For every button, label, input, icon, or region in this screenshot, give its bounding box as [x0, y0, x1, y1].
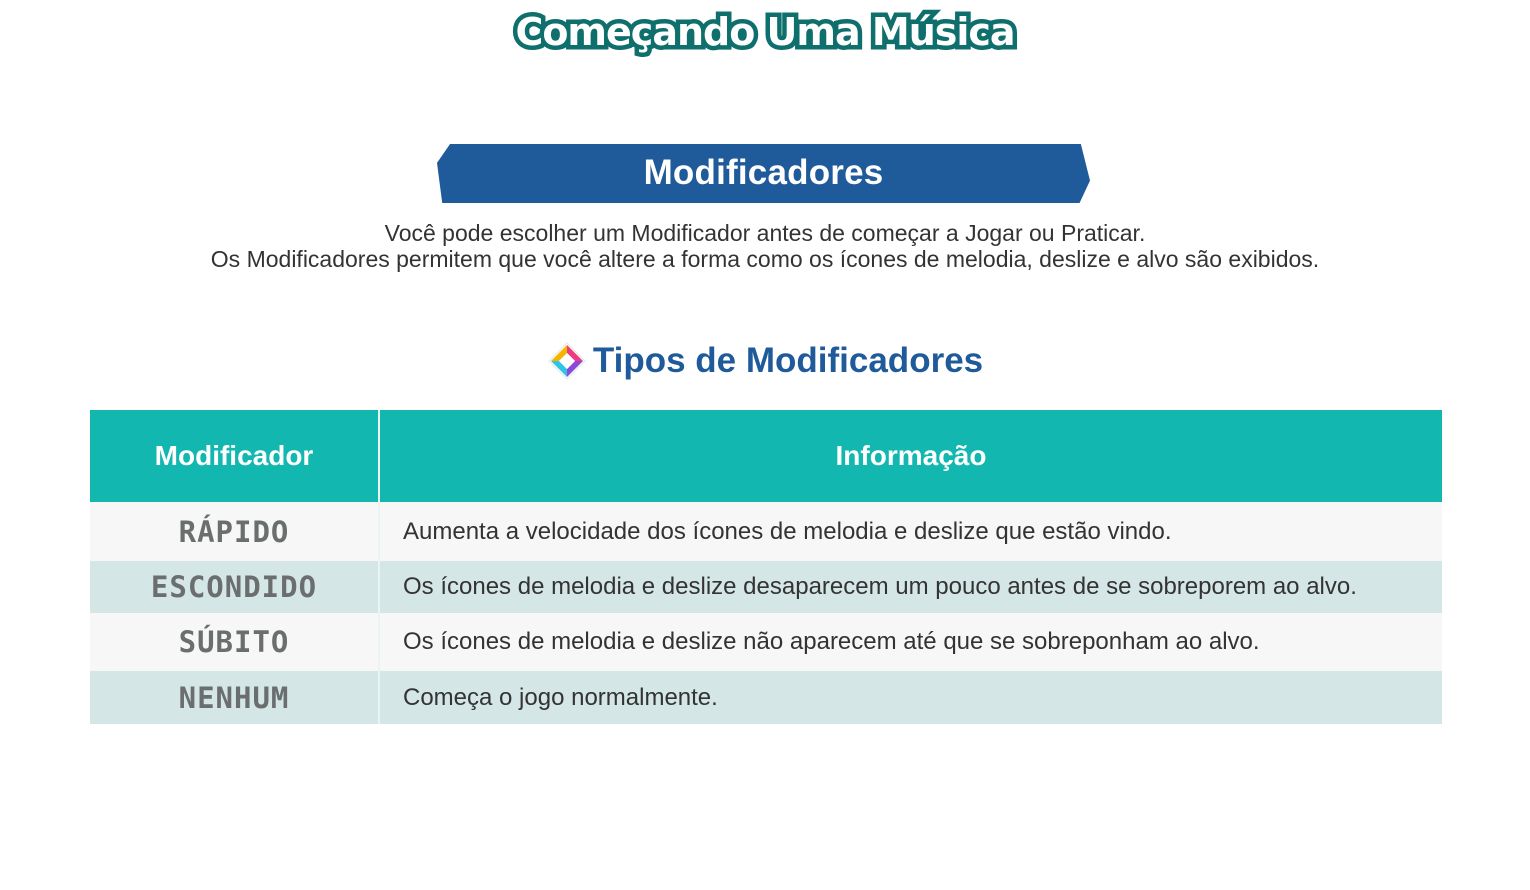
intro-line-1: Você pode escolher um Modificador antes … — [384, 220, 1146, 246]
modifier-info: Começa o jogo normalmente. — [403, 683, 718, 711]
subheading-text: Tipos de Modificadores — [592, 341, 984, 380]
modifier-name: ESCONDIDO — [150, 570, 318, 604]
table-row: NENHUM Começa o jogo normalmente. — [90, 671, 1442, 724]
header-modifier: Modificador — [154, 440, 314, 471]
modifier-info: Os ícones de melodia e deslize desaparec… — [403, 573, 1357, 600]
subheading: Tipos de Modificadores — [0, 338, 1530, 384]
modifier-info: Os ícones de melodia e deslize não apare… — [403, 628, 1260, 655]
intro-line-2: Os Modificadores permitem que você alter… — [210, 246, 1320, 272]
table-row: RÁPIDO Aumenta a velocidade dos ícones d… — [90, 502, 1442, 561]
modifier-name: NENHUM — [178, 680, 290, 715]
table-row: SÚBITO Os ícones de melodia e deslize nã… — [90, 613, 1442, 671]
table-header: Modificador Informação — [90, 410, 1442, 502]
header-information: Informação — [835, 440, 987, 471]
page-title: Começando Uma Música — [511, 6, 1020, 59]
modifier-name: RÁPIDO — [178, 514, 290, 549]
intro-text: Você pode escolher um Modificador antes … — [0, 220, 1530, 272]
section-title: Modificadores — [643, 153, 884, 192]
table-row: ESCONDIDO Os ícones de melodia e deslize… — [90, 561, 1442, 613]
diamond-icon — [548, 342, 586, 380]
modifier-table: Modificador Informação RÁPIDO Aumenta a … — [90, 410, 1442, 724]
modifier-info: Aumenta a velocidade dos ícones de melod… — [403, 517, 1172, 545]
modifier-name: SÚBITO — [178, 625, 290, 659]
